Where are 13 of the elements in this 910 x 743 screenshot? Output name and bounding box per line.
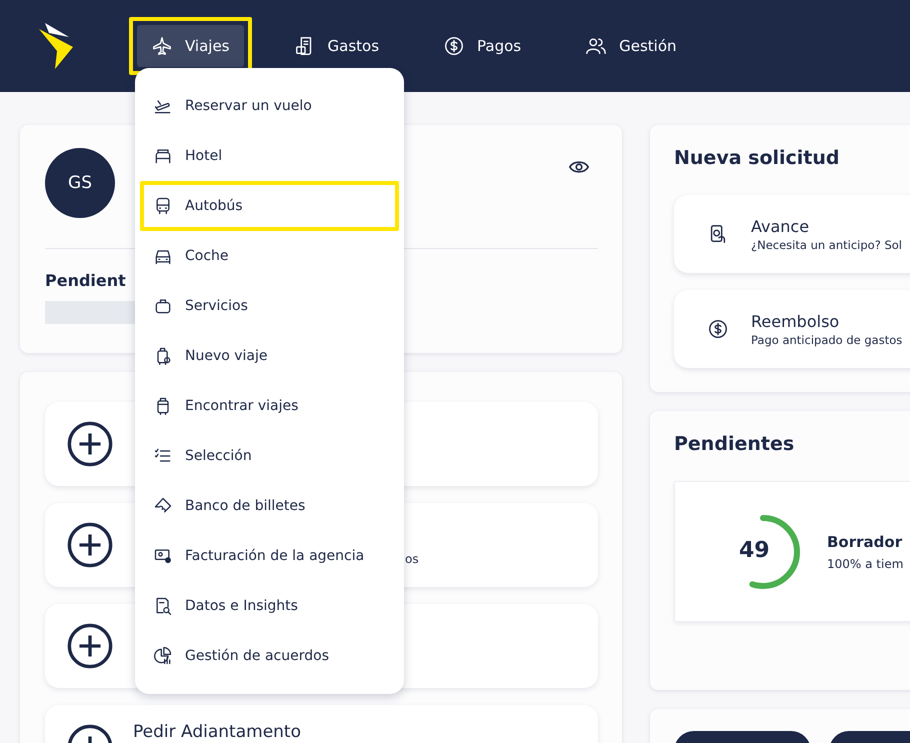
tile-description: os: [405, 552, 419, 566]
option-title: Reembolso: [751, 312, 840, 330]
option-title: Avance: [751, 216, 810, 236]
card-title: Nueva solicitud: [674, 147, 841, 169]
section-title: Pendient: [45, 271, 127, 290]
option-description: Pago anticipado de gastos: [751, 332, 902, 346]
status-detail: 100% a tiem: [827, 556, 904, 570]
avatar: GS: [45, 148, 115, 218]
tile-title: Pedir Adiantamento: [133, 722, 301, 742]
card-title: Pendientes: [674, 433, 796, 455]
status-label: Borrador: [827, 532, 904, 550]
option-description: ¿Necesita un anticipo? Sol: [751, 238, 902, 252]
pending-count: 49: [739, 538, 770, 562]
